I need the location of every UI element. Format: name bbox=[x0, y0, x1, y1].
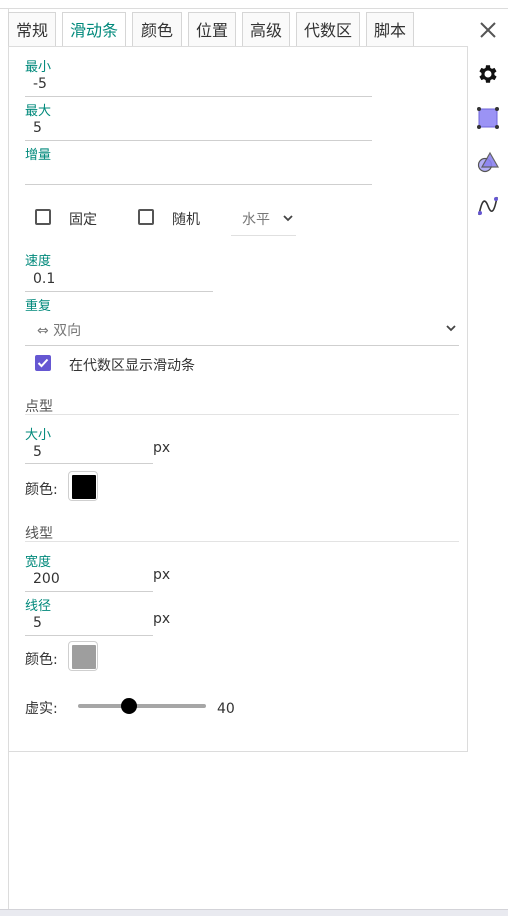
increment-input[interactable] bbox=[33, 164, 363, 182]
object-square-icon[interactable] bbox=[476, 106, 500, 130]
show-in-algebra-checkbox[interactable] bbox=[35, 355, 51, 371]
point-color-label: 颜色: bbox=[25, 482, 58, 498]
min-underline bbox=[25, 96, 372, 97]
repeat-dropdown[interactable]: ⇔ 双向 bbox=[37, 320, 81, 340]
window-top-edge bbox=[0, 0, 508, 9]
tab-basic[interactable]: 常规 bbox=[8, 12, 56, 46]
line-thickness-unit: px bbox=[153, 611, 171, 627]
speed-input[interactable]: 0.1 bbox=[33, 271, 55, 287]
line-color-swatch[interactable] bbox=[68, 641, 98, 671]
gear-icon[interactable] bbox=[476, 62, 500, 86]
line-width-label: 宽度 bbox=[25, 555, 52, 570]
point-style-divider bbox=[25, 414, 459, 415]
max-input[interactable]: 5 bbox=[33, 120, 42, 136]
increment-label: 增量 bbox=[25, 148, 52, 163]
random-checkbox[interactable] bbox=[138, 209, 154, 225]
speed-underline bbox=[25, 291, 213, 292]
max-label: 最大 bbox=[25, 104, 52, 119]
show-in-algebra-label: 在代数区显示滑动条 bbox=[69, 358, 195, 374]
curve-icon[interactable] bbox=[476, 194, 500, 218]
min-label: 最小 bbox=[25, 60, 52, 75]
tab-advanced[interactable]: 高级 bbox=[242, 12, 290, 46]
tab-scripting[interactable]: 脚本 bbox=[366, 12, 414, 46]
tab-slider[interactable]: 滑动条 bbox=[62, 12, 126, 47]
max-underline bbox=[25, 140, 372, 141]
point-color-swatch[interactable] bbox=[68, 471, 98, 501]
orientation-underline bbox=[231, 235, 296, 236]
line-thickness-input[interactable]: 5 bbox=[33, 615, 42, 631]
line-color-label: 颜色: bbox=[25, 652, 58, 668]
min-input[interactable]: -5 bbox=[33, 76, 47, 92]
close-icon[interactable] bbox=[478, 20, 498, 40]
repeat-label: 重复 bbox=[25, 299, 52, 314]
line-style-divider bbox=[25, 541, 459, 542]
line-width-input[interactable]: 200 bbox=[33, 571, 60, 587]
shapes-icon[interactable] bbox=[476, 150, 500, 174]
orientation-value: 水平 bbox=[242, 212, 270, 228]
repeat-underline bbox=[25, 345, 459, 346]
line-width-underline bbox=[25, 591, 153, 592]
point-color-fill bbox=[72, 475, 96, 499]
repeat-value: ⇔ 双向 bbox=[37, 323, 82, 339]
opacity-slider-track[interactable] bbox=[78, 704, 206, 708]
point-size-underline bbox=[25, 463, 153, 464]
fixed-label: 固定 bbox=[69, 212, 97, 228]
opacity-label: 虚实: bbox=[25, 701, 58, 717]
tab-position[interactable]: 位置 bbox=[188, 12, 236, 46]
point-style-title: 点型 bbox=[25, 399, 53, 415]
tab-color[interactable]: 颜色 bbox=[132, 12, 182, 46]
tab-algebra[interactable]: 代数区 bbox=[296, 12, 360, 46]
line-thickness-underline bbox=[25, 635, 153, 636]
orientation-dropdown[interactable]: 水平 bbox=[242, 209, 270, 229]
chevron-down-icon[interactable] bbox=[445, 322, 457, 334]
chevron-down-icon[interactable] bbox=[282, 212, 294, 224]
window-bottom-edge bbox=[0, 909, 508, 916]
random-label: 随机 bbox=[172, 212, 200, 228]
opacity-value: 40 bbox=[217, 701, 235, 717]
line-thickness-label: 线径 bbox=[25, 599, 52, 614]
point-size-input[interactable]: 5 bbox=[33, 444, 42, 460]
point-size-label: 大小 bbox=[25, 428, 52, 443]
fixed-checkbox[interactable] bbox=[35, 209, 51, 225]
point-size-unit: px bbox=[153, 440, 171, 456]
line-width-unit: px bbox=[153, 567, 171, 583]
checkmark-icon bbox=[37, 358, 49, 368]
speed-label: 速度 bbox=[25, 254, 52, 269]
line-style-title: 线型 bbox=[25, 526, 53, 542]
line-color-fill bbox=[72, 645, 96, 669]
increment-underline bbox=[25, 184, 372, 185]
